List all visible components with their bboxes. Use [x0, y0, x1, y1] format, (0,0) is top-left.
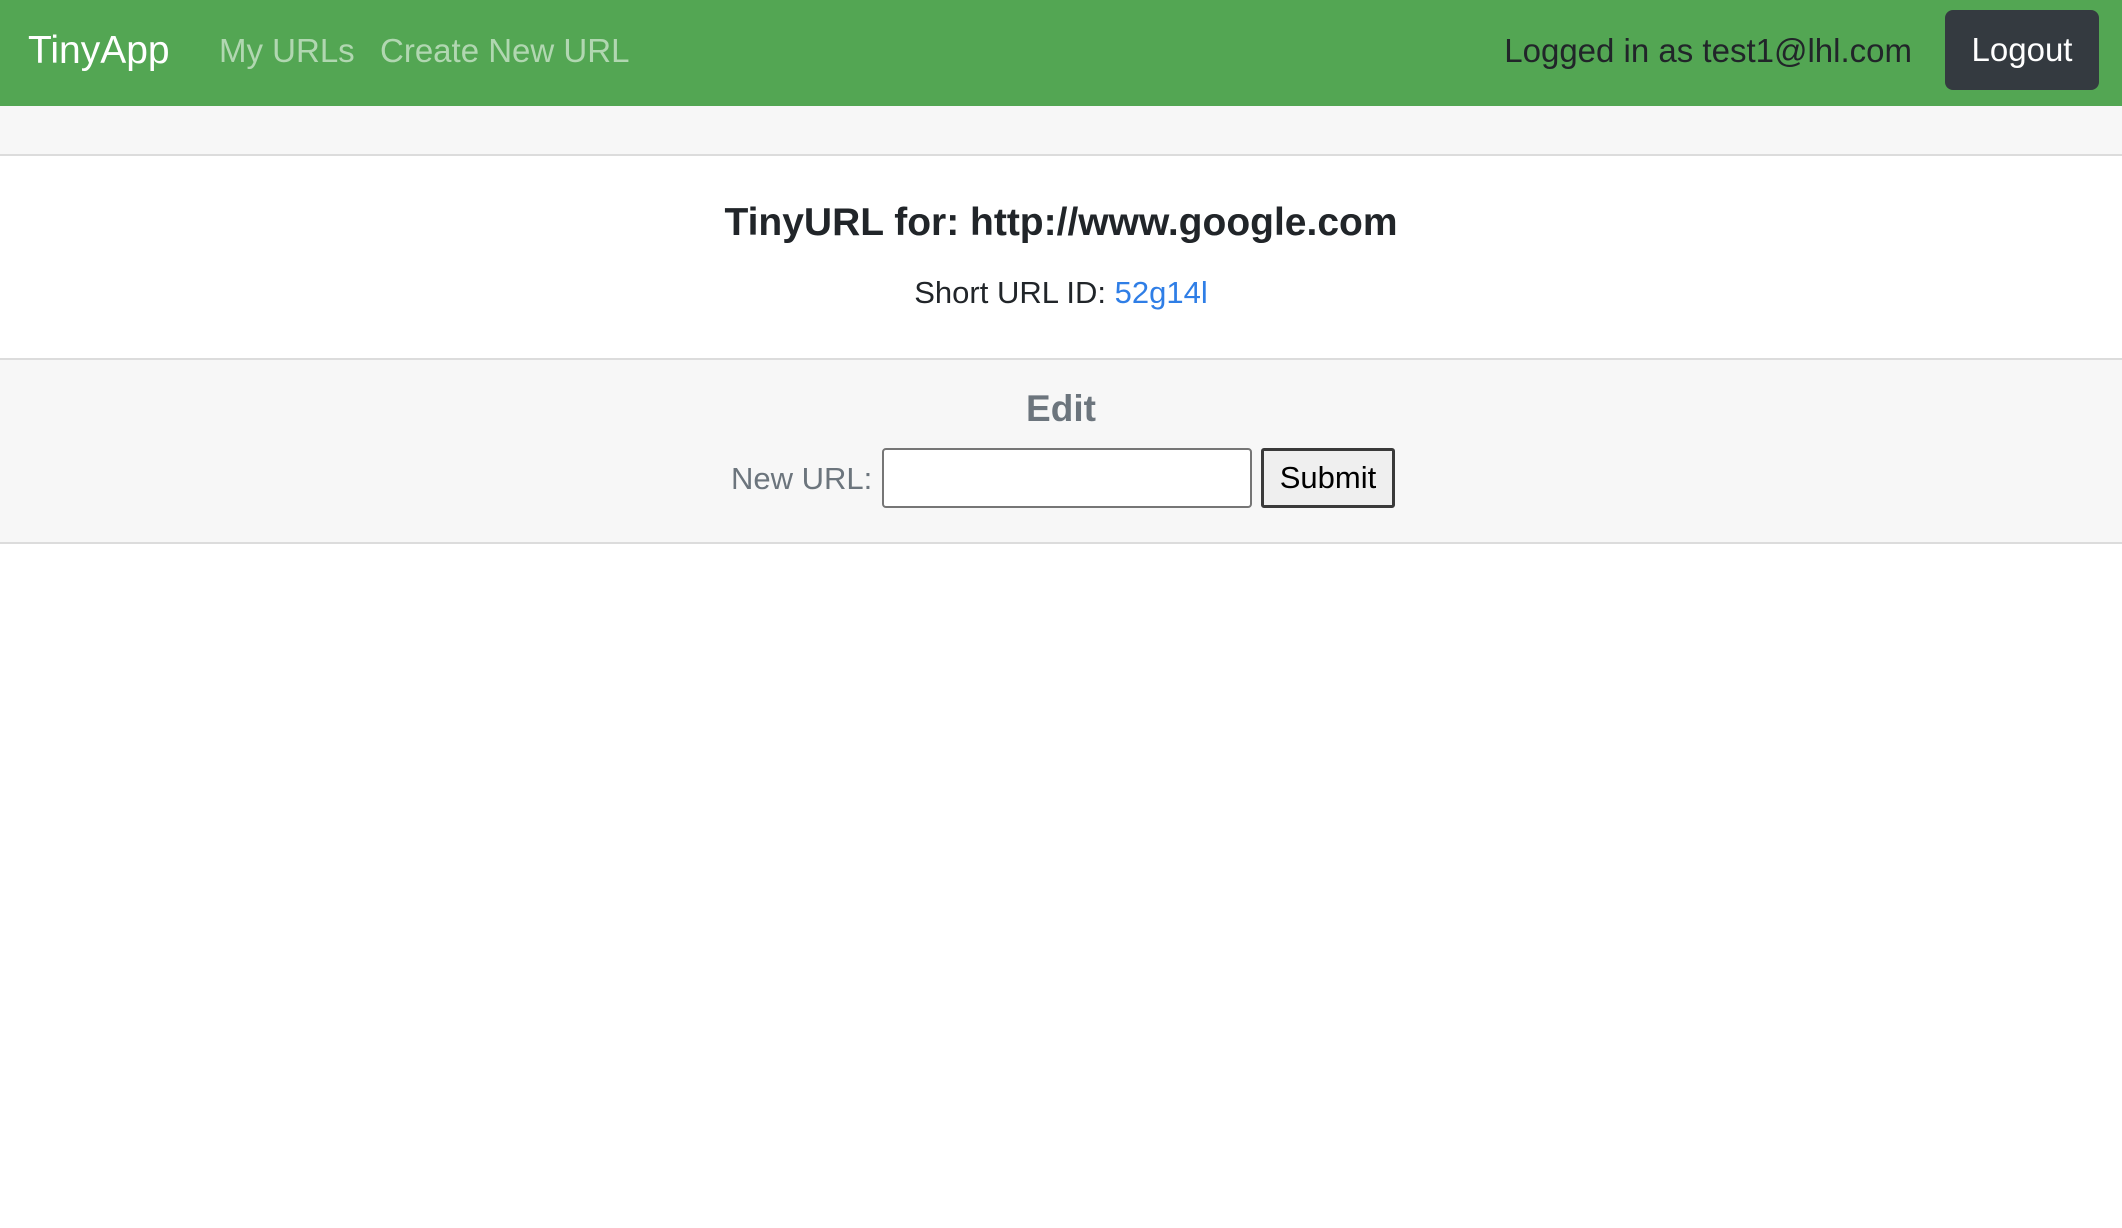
short-url-id-link[interactable]: 52g14l — [1115, 275, 1208, 310]
short-url-line: Short URL ID: 52g14l — [0, 273, 2122, 313]
logged-in-status: Logged in as test1@lhl.com — [1504, 32, 1912, 69]
submit-button[interactable]: Submit — [1261, 448, 1395, 508]
page-title: TinyURL for: http://www.google.com — [724, 201, 1398, 244]
short-url-label: Short URL ID: — [914, 275, 1107, 310]
top-navbar: TinyApp My URLs Create New URL Logged in… — [0, 0, 2122, 106]
card-header — [0, 106, 2122, 156]
nav-my-urls-link[interactable]: My URLs — [219, 30, 355, 72]
edit-section: Edit New URL: Submit — [0, 358, 2122, 544]
edit-heading: Edit — [1026, 388, 1096, 429]
new-url-input[interactable] — [882, 448, 1252, 508]
edit-url-form: New URL: Submit — [0, 448, 2122, 510]
nav-create-new-url-link[interactable]: Create New URL — [380, 30, 629, 72]
brand-link[interactable]: TinyApp — [28, 26, 170, 76]
new-url-label: New URL: — [731, 461, 873, 496]
url-details-card: TinyURL for: http://www.google.com Short… — [0, 156, 2122, 358]
logout-button[interactable]: Logout — [1945, 10, 2099, 90]
